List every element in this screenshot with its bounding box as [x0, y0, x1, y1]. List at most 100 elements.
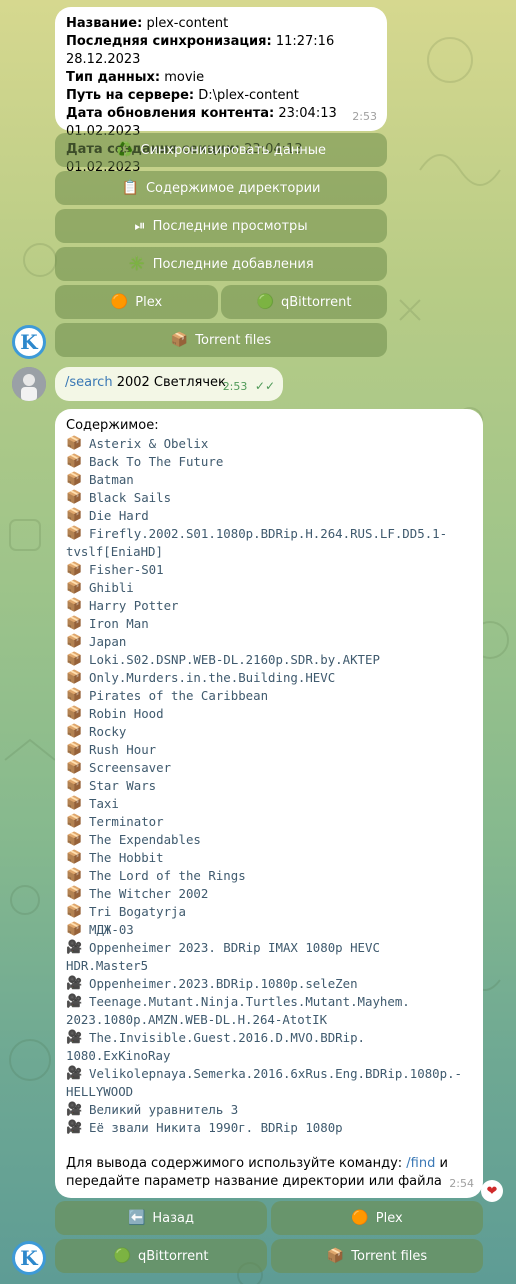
item-name: Tri Bogatyrja [89, 904, 186, 919]
item-name: Rush Hour [89, 742, 157, 757]
item-name: МДЖ-03 [89, 922, 134, 937]
folder-item: 📦 The Expendables [66, 831, 472, 849]
package-icon: 📦 [66, 454, 83, 469]
package-icon: 📦 [66, 580, 83, 595]
item-name: The.Invisible.Guest.2016.D.MVO.BDRip. [89, 1030, 366, 1045]
user-photo-icon [12, 367, 46, 401]
package-icon: 📦 [66, 742, 83, 757]
info-label: Путь на сервере: [66, 88, 195, 103]
green-circle-icon: 🟢 [113, 1248, 131, 1264]
item-name: Batman [89, 472, 134, 487]
recycle-icon: ♻️ [115, 142, 134, 158]
recent-views-button[interactable]: ⏯ Последние просмотры [55, 209, 387, 243]
item-name: The Witcher 2002 [89, 886, 209, 901]
folder-item: 📦 Black Sails [66, 489, 472, 507]
folder-item: 📦 Rocky [66, 723, 472, 741]
folder-item: 📦 Die Hard [66, 507, 472, 525]
item-name: Taxi [89, 796, 119, 811]
sync-data-button[interactable]: ♻️ Синхронизировать данные [55, 133, 387, 167]
folder-item: 📦 Terminator [66, 813, 472, 831]
item-name: Rocky [89, 724, 127, 739]
directory-contents-label: Содержимое директории [145, 180, 321, 196]
folder-item: 📦 Asterix & Obelix [66, 435, 472, 453]
package-icon: 📦 [66, 814, 83, 829]
item-name: Asterix & Obelix [89, 436, 209, 451]
search-command-link[interactable]: /search [65, 375, 113, 390]
item-name: Oppenheimer 2023. BDRip IMAX 1080p HEVC [89, 940, 380, 955]
package-icon: 📦 [326, 1248, 345, 1264]
info-label: Название: [66, 16, 143, 31]
info-line: Тип данных: movie [66, 69, 376, 87]
footer-text-line2: передайте параметр название директории и… [66, 1174, 442, 1189]
plex-label: Plex [135, 294, 163, 310]
info-label: Тип данных: [66, 70, 161, 85]
back-button[interactable]: ⬅️ Назад [55, 1201, 267, 1235]
item-name: Screensaver [89, 760, 172, 775]
item-name: Velikolepnaya.Semerka.2016.6xRus.Eng.BDR… [89, 1066, 462, 1081]
package-icon: 📦 [66, 508, 83, 523]
folder-item: 📦 The Lord of the Rings [66, 867, 472, 885]
package-icon: 📦 [66, 526, 83, 541]
item-name: Japan [89, 634, 127, 649]
video-file-item: 🎥 Великий уравнитель 3 [66, 1101, 472, 1119]
user-avatar[interactable] [12, 367, 46, 401]
folder-item: 📦 Taxi [66, 795, 472, 813]
package-icon: 📦 [66, 922, 83, 937]
recent-views-label: Последние просмотры [152, 218, 308, 234]
package-icon: 📦 [66, 760, 83, 775]
search-query-text: 2002 Светлячек [116, 375, 226, 390]
recent-additions-button[interactable]: ✳️ Последние добавления [55, 247, 387, 281]
heart-reaction-icon[interactable]: ❤ [481, 1180, 503, 1202]
footer-text: Для вывода содержимого используйте коман… [66, 1156, 403, 1171]
item-name: Oppenheimer.2023.BDRip.1080p.seleZen [89, 976, 358, 991]
qbittorrent-button[interactable]: 🟢 qBittorrent [221, 285, 387, 319]
back-label: Назад [152, 1210, 195, 1226]
movie-camera-icon: 🎥 [66, 1120, 83, 1135]
item-name-continuation: HELLYWOOD [66, 1084, 134, 1099]
info-label: Последняя синхронизация: [66, 34, 272, 49]
back-arrow-icon: ⬅️ [127, 1210, 146, 1226]
plex-label: Plex [375, 1210, 403, 1226]
read-checks-icon: ✓✓ [254, 379, 275, 393]
package-icon: 📦 [66, 778, 83, 793]
plex-button[interactable]: 🟠 Plex [55, 285, 218, 319]
video-file-item: 🎥 Oppenheimer 2023. BDRip IMAX 1080p HEVC [66, 939, 472, 957]
folder-item: 📦 Back To The Future [66, 453, 472, 471]
package-icon: 📦 [170, 332, 189, 348]
package-icon: 📦 [66, 472, 83, 487]
bot-avatar-letter: K [20, 330, 38, 354]
item-name: Terminator [89, 814, 164, 829]
directory-contents-button[interactable]: 📋 Содержимое директории [55, 171, 387, 205]
item-name: Её звали Никита 1990г. BDRip 1080p [89, 1120, 343, 1135]
video-file-item: 🎥 Velikolepnaya.Semerka.2016.6xRus.Eng.BD… [66, 1065, 472, 1083]
item-name: Ghibli [89, 580, 134, 595]
play-pause-icon: ⏯ [134, 218, 146, 234]
message-time: 2:54 [449, 1177, 474, 1190]
bot-avatar[interactable]: K [12, 1241, 46, 1275]
qbittorrent-button[interactable]: 🟢 qBittorrent [55, 1239, 267, 1273]
package-icon: 📦 [66, 886, 83, 901]
torrent-files-button[interactable]: 📦 Torrent files [55, 323, 387, 357]
bot-avatar[interactable]: K [12, 325, 46, 359]
package-icon: 📦 [66, 436, 83, 451]
plex-button[interactable]: 🟠 Plex [271, 1201, 483, 1235]
sync-data-label: Синхронизировать данные [140, 142, 327, 158]
item-name: Pirates of the Caribbean [89, 688, 269, 703]
find-command-link[interactable]: /find [406, 1156, 435, 1171]
section-info-message: Название: plex-content Последняя синхрони… [55, 7, 387, 175]
heart-glyph: ❤ [486, 1183, 498, 1199]
folder-item: 📦 Loki.S02.DSNP.WEB-DL.2160p.SDR.by.AKTEP [66, 651, 472, 669]
package-icon: 📦 [66, 598, 83, 613]
qbittorrent-label: qBittorrent [137, 1248, 209, 1264]
qbittorrent-label: qBittorrent [280, 294, 352, 310]
item-name: Die Hard [89, 508, 149, 523]
item-name: Black Sails [89, 490, 172, 505]
package-icon: 📦 [66, 490, 83, 505]
torrent-files-button[interactable]: 📦 Torrent files [271, 1239, 483, 1273]
package-icon: 📦 [66, 904, 83, 919]
folder-item: 📦 Batman [66, 471, 472, 489]
folder-item: 📦 Fisher-S01 [66, 561, 472, 579]
package-icon: 📦 [66, 832, 83, 847]
item-name-continuation: 1080.ExKinoRay [66, 1048, 171, 1063]
item-name: Iron Man [89, 616, 149, 631]
